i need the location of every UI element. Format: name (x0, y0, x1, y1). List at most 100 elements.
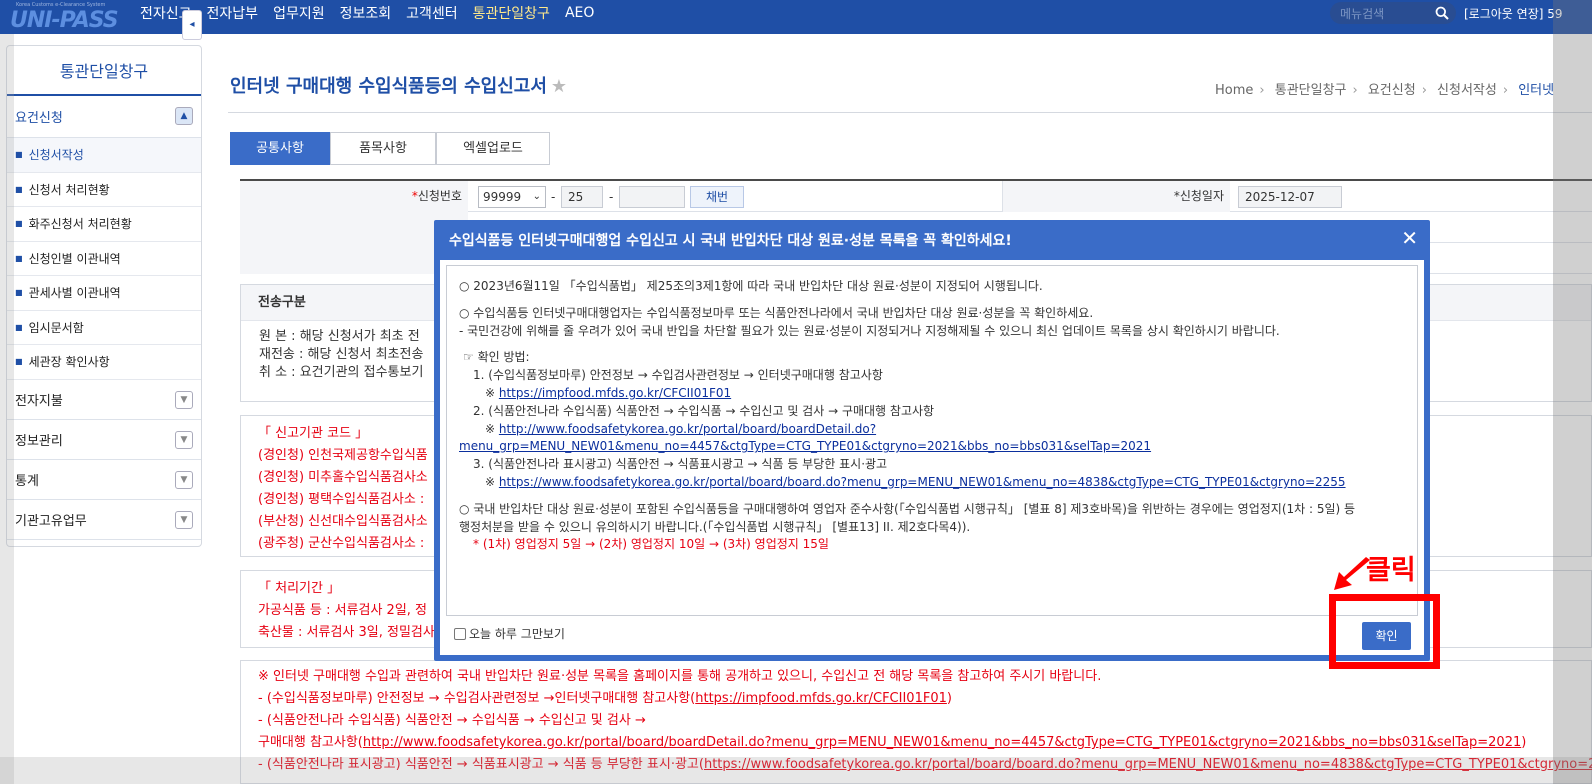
modal-backdrop (0, 757, 1592, 784)
menu-work-support[interactable]: 업무지원 (273, 3, 325, 23)
bullet-icon: ■ (15, 288, 23, 298)
modal-body: ○ 2023년6월11일 「수입식품법」 제25조의3제1항에 따라 국내 반입… (440, 260, 1424, 655)
notice-modal: 수입식품등 인터넷구매대행업 수입신고 시 국내 반입차단 대상 원료·성분 목… (434, 220, 1430, 661)
sidebar-item-broker-transfer[interactable]: ■ 관세사별 이관내역 (7, 276, 201, 311)
generate-number-button[interactable]: 채번 (690, 186, 744, 208)
bullet-icon: ■ (15, 253, 23, 263)
sidebar-item-owner-status[interactable]: ■ 화주신청서 처리현황 (7, 207, 201, 242)
menu-customer-center[interactable]: 고객센터 (406, 3, 458, 23)
sidebar-item-label: 신청서 처리현황 (28, 182, 110, 197)
foodsafety-import-link[interactable]: http://www.foodsafetykorea.go.kr/portal/… (363, 735, 1521, 750)
sidebar-item-customs-check[interactable]: ■ 세관장 확인사항 (7, 345, 201, 380)
sidebar-group-agency[interactable]: 기관고유업무 ▼ (7, 500, 201, 540)
tab-items[interactable]: 품목사항 (330, 132, 436, 165)
menu-info-lookup[interactable]: 정보조회 (340, 3, 392, 23)
menu-e-payment[interactable]: 전자납부 (207, 3, 259, 23)
dont-show-today[interactable]: 오늘 하루 그만보기 (454, 625, 565, 642)
sidebar-group-label: 기관고유업무 (15, 513, 87, 529)
unipass-logo[interactable]: Korea Customs e-Clearance System UNI-PAS… (8, 2, 119, 33)
dont-show-checkbox[interactable] (454, 627, 466, 640)
page-title: 인터넷 구매대행 수입식품등의 수입신고서 ★ (230, 72, 567, 98)
modal-title: 수입식품등 인터넷구매대행업 수입신고 시 국내 반입차단 대상 원료·성분 목… (449, 233, 1012, 249)
sidebar-item-status[interactable]: ■ 신청서 처리현황 (7, 172, 201, 207)
top-navigation-bar: Korea Customs e-Clearance System UNI-PAS… (0, 0, 1592, 34)
breadcrumb-item[interactable]: 요건신청 (1368, 83, 1416, 98)
logout-extend-link[interactable]: [로그아웃 연장] 59 (1464, 5, 1563, 22)
app-no-year-field[interactable]: 25 (561, 186, 603, 208)
chevron-right-icon: › (1502, 83, 1509, 98)
select-value: 99999 (483, 190, 522, 204)
breadcrumb-home[interactable]: Home (1215, 83, 1253, 98)
sidebar-group-requirement[interactable]: 요건신청 ▲ (7, 96, 201, 138)
app-no-seq-field[interactable] (619, 186, 685, 208)
menu-single-window[interactable]: 통관단일창구 (473, 3, 550, 23)
modal-content: ○ 2023년6월11일 「수입식품법」 제25조의3제1항에 따라 국내 반입… (446, 265, 1418, 616)
notice-text: 구매대행 참고사항( (258, 735, 363, 750)
modal-paragraph: ○ 국내 반입차단 대상 원료·성분이 포함된 수입식품등을 구매대행하여 영업… (459, 501, 1356, 516)
impfood-link[interactable]: https://impfood.mfds.go.kr/CFCII01F01 (695, 691, 947, 706)
page-title-text: 인터넷 구매대행 수입식품등의 수입신고서 (230, 76, 547, 97)
sidebar-item-label: 관세사별 이관내역 (28, 286, 121, 301)
chevron-down-icon[interactable]: ▼ (175, 510, 193, 529)
sidebar-item-label: 임시문서함 (28, 320, 84, 335)
tab-excel-upload[interactable]: 엑셀업로드 (436, 132, 550, 165)
foodsafety-import-link[interactable]: http://www.foodsafetykorea.go.kr/portal/… (499, 422, 876, 436)
reference-mark: ※ (485, 385, 499, 400)
sidebar-item-applicant-transfer[interactable]: ■ 신청인별 이관내역 (7, 241, 201, 276)
tab-common[interactable]: 공통사항 (230, 132, 330, 165)
menu-aeo[interactable]: AEO (565, 5, 594, 21)
sidebar-title: 통관단일창구 (7, 46, 201, 96)
sidebar-item-label: 세관장 확인사항 (28, 355, 110, 370)
chevron-up-icon[interactable]: ▲ (175, 107, 193, 125)
sidebar-item-temp-docs[interactable]: ■ 임시문서함 (7, 310, 201, 345)
modal-link-row: ※ http://www.foodsafetykorea.go.kr/porta… (459, 421, 1417, 439)
modal-paragraph: 행정처분을 받을 수 있으니 유의하시기 바랍니다.(「수입식품법 시행규칙」 … (459, 519, 971, 534)
highlight-box (1329, 594, 1440, 669)
modal-link-row: ※ https://impfood.mfds.go.kr/CFCII01F01 (459, 385, 1417, 403)
modal-link-row: ※ https://www.foodsafetykorea.go.kr/port… (459, 474, 1417, 492)
chevron-down-icon[interactable]: ▼ (175, 430, 193, 449)
notice-text: ) (1521, 735, 1527, 750)
reference-mark: ※ (485, 421, 499, 436)
sidebar-group-info[interactable]: 정보관리 ▼ (7, 420, 201, 460)
modal-paragraph: - 국민건강에 위해를 줄 우려가 있어 국내 반입을 차단할 필요가 있는 원… (459, 323, 1280, 338)
reference-mark: ※ (485, 474, 499, 489)
notice-line: 구매대행 참고사항(http://www.foodsafetykorea.go.… (258, 732, 1591, 754)
app-no-select[interactable]: 99999 ⌄ (478, 186, 546, 208)
bullet-icon: ■ (15, 219, 23, 229)
favorite-star-icon[interactable]: ★ (551, 76, 567, 97)
label-text: 신청번호 (417, 189, 462, 203)
separator: - (551, 190, 556, 204)
breadcrumb: Home › 통관단일창구 › 요건신청 › 신청서작성 › 인터넷 (1215, 79, 1554, 98)
divider (228, 112, 1592, 113)
menu-search-input[interactable]: 메뉴검색 (1330, 2, 1456, 24)
close-icon[interactable]: ✕ (1401, 226, 1418, 250)
foodsafety-label-link[interactable]: https://www.foodsafetykorea.go.kr/portal… (499, 475, 1346, 489)
app-date-field[interactable]: 2025-12-07 (1238, 186, 1342, 208)
modal-paragraph: ○ 수입식품등 인터넷구매대행업자는 수입식품정보마루 또는 식품안전나라에서 … (459, 305, 1094, 320)
sidebar-item-write[interactable]: ■ 신청서작성 (7, 138, 201, 173)
modal-paragraph: ☞ 확인 방법: (463, 350, 530, 365)
form-row: *신청번호 99999 ⌄ - 25 - 채번 *신청일자 2025-12-07 (240, 181, 1592, 212)
foodsafety-import-link-cont[interactable]: menu_grp=MENU_NEW01&menu_no=4457&ctgType… (459, 439, 1151, 453)
chevron-down-icon[interactable]: ▼ (175, 470, 193, 489)
sidebar-group-stats[interactable]: 통계 ▼ (7, 460, 201, 500)
form-tabs: 공통사항 품목사항 엑셀업로드 (230, 132, 550, 165)
breadcrumb-item[interactable]: 통관단일창구 (1275, 83, 1347, 98)
modal-paragraph: ○ 2023년6월11일 「수입식품법」 제25조의3제1항에 따라 국내 반입… (459, 279, 1043, 293)
label-text: 신청일자 (1179, 189, 1224, 203)
sidebar-group-payment[interactable]: 전자지불 ▼ (7, 380, 201, 420)
penalty-note: * (1차) 영업정지 5일 → (2차) 영업정지 10일 → (3차) 영업… (473, 537, 829, 552)
search-icon[interactable] (1435, 6, 1449, 20)
modal-backdrop (1553, 0, 1592, 784)
sidebar-collapse-button[interactable]: ◂ (182, 10, 202, 40)
impfood-link[interactable]: https://impfood.mfds.go.kr/CFCII01F01 (499, 386, 731, 400)
sidebar-item-label: 신청인별 이관내역 (28, 251, 121, 266)
checkbox-label[interactable]: 오늘 하루 그만보기 (469, 625, 565, 642)
breadcrumb-item[interactable]: 신청서작성 (1437, 83, 1497, 98)
modal-link-row: menu_grp=MENU_NEW01&menu_no=4457&ctgType… (459, 438, 1417, 456)
modal-paragraph: 2. (식품안전나라 수입식품) 식품안전 → 수입식품 → 수입신고 및 검사… (473, 403, 935, 418)
chevron-down-icon[interactable]: ▼ (175, 390, 193, 409)
chevron-right-icon: › (1259, 83, 1265, 98)
app-date-label: *신청일자 (1002, 181, 1230, 212)
